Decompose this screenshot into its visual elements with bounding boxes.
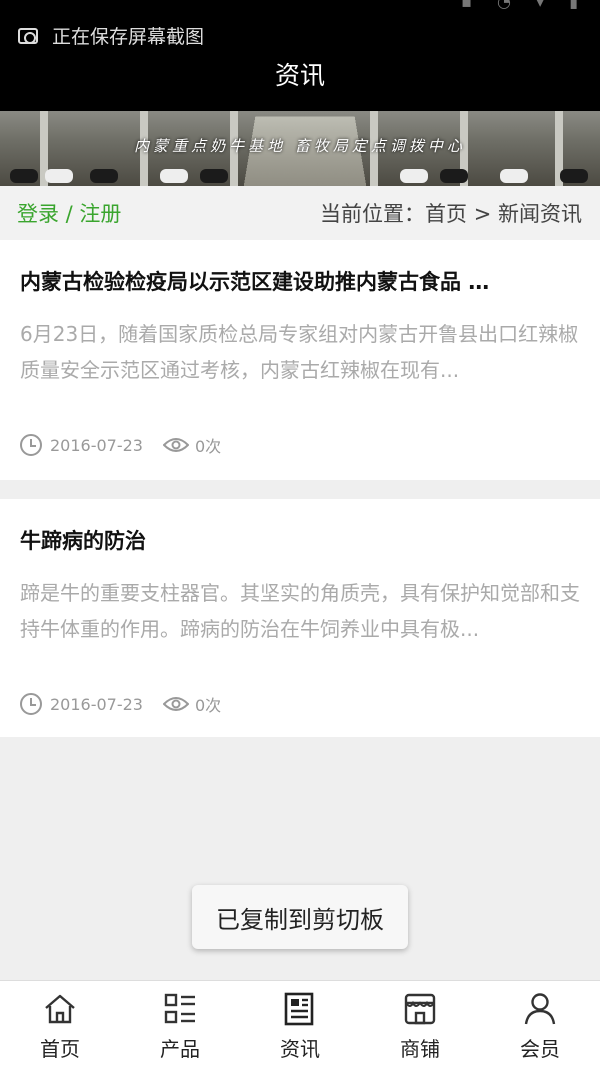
article-date: 2016-07-23 [50, 694, 143, 714]
copied-toast: 已复制到剪切板 [192, 885, 408, 949]
shop-icon [404, 993, 436, 1025]
header: ▪ ◔ ▾ ▮ 正在保存屏幕截图 资讯 [0, 0, 600, 111]
clock-icon [20, 693, 42, 715]
article-title[interactable]: 内蒙古检验检疫局以示范区建设助推内蒙古食品 … [20, 266, 580, 296]
article-excerpt: 蹄是牛的重要支柱器官。其坚实的角质壳，具有保护知觉部和支持牛体重的作用。蹄病的防… [20, 581, 580, 641]
user-icon [524, 993, 556, 1025]
newspaper-icon [284, 992, 314, 1026]
page-title: 资讯 [274, 61, 325, 90]
login-register-link[interactable]: 登录 / 注册 [17, 198, 121, 228]
article-title[interactable]: 牛蹄病的防治 [20, 525, 580, 555]
article-date: 2016-07-23 [50, 435, 143, 455]
banner-image: 内蒙重点奶牛基地 畜牧局定点调拨中心 [0, 111, 600, 186]
camera-icon [18, 27, 38, 44]
breadcrumb: 当前位置：首页 > 新闻资讯 [320, 202, 582, 226]
tab-label: 商铺 [400, 1037, 440, 1061]
article-meta: 2016-07-23 0次 [20, 692, 221, 716]
bottom-tabbar: 首页 产品 资讯 商铺 会员 [0, 980, 600, 1067]
breadcrumb-bar: 登录 / 注册 当前位置：首页 > 新闻资讯 [0, 186, 600, 240]
home-icon [45, 994, 75, 1024]
article-views: 0次 [194, 696, 222, 715]
screenshot-notification: 正在保存屏幕截图 [18, 22, 204, 49]
tab-news[interactable]: 资讯 [240, 981, 360, 1067]
eye-icon [162, 697, 189, 711]
clock-icon [20, 434, 42, 456]
tab-label: 首页 [40, 1037, 80, 1061]
tab-member[interactable]: 会员 [480, 981, 600, 1067]
banner-caption: 内蒙重点奶牛基地 畜牧局定点调拨中心 [134, 137, 466, 155]
tab-home[interactable]: 首页 [0, 981, 120, 1067]
tab-label: 资讯 [280, 1037, 320, 1061]
status-icons: ▪ ◔ ▾ ▮ [461, 0, 588, 11]
grid-list-icon [164, 993, 195, 1024]
article-meta: 2016-07-23 0次 [20, 433, 221, 457]
article-views: 0次 [194, 437, 222, 456]
tab-shops[interactable]: 商铺 [360, 981, 480, 1067]
tab-products[interactable]: 产品 [120, 981, 240, 1067]
article-card[interactable]: 牛蹄病的防治 蹄是牛的重要支柱器官。其坚实的角质壳，具有保护知觉部和支持牛体重的… [0, 499, 600, 737]
article-excerpt: 6月23日，随着国家质检总局专家组对内蒙古开鲁县出口红辣椒质量安全示范区通过考核… [20, 322, 579, 382]
eye-icon [162, 438, 189, 452]
notification-text: 正在保存屏幕截图 [52, 26, 205, 48]
tab-label: 会员 [520, 1037, 560, 1061]
tab-label: 产品 [160, 1037, 200, 1061]
article-card[interactable]: 内蒙古检验检疫局以示范区建设助推内蒙古食品 … 6月23日，随着国家质检总局专家… [0, 240, 600, 480]
